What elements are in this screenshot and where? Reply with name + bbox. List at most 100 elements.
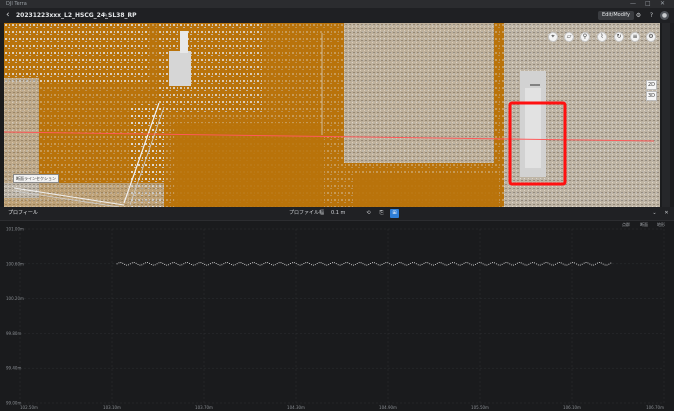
profile-point <box>358 262 360 264</box>
viewport-scrollbar[interactable] <box>662 23 670 207</box>
rotate-icon[interactable]: ↻ <box>614 32 624 42</box>
minimize-icon[interactable]: — <box>630 0 636 8</box>
user-avatar-icon[interactable]: ● <box>660 11 669 20</box>
profile-point <box>400 262 402 264</box>
profile-point <box>440 262 442 264</box>
profile-point <box>434 264 436 265</box>
profile-point <box>330 263 332 264</box>
x-tick-label: 102.50m <box>20 405 38 410</box>
profile-point <box>499 264 501 266</box>
profile-point <box>210 263 211 265</box>
profile-point <box>251 262 253 264</box>
profile-point <box>215 262 217 264</box>
profile-point <box>406 264 408 266</box>
profile-point <box>154 264 156 266</box>
profile-point <box>457 264 459 266</box>
profile-point <box>553 264 555 266</box>
profile-point <box>204 264 206 265</box>
profile-point <box>516 262 518 264</box>
profile-point <box>173 262 175 264</box>
profile-point <box>171 262 173 264</box>
profile-point <box>381 264 383 265</box>
profile-point <box>141 264 143 266</box>
profile-point <box>286 264 288 266</box>
profile-point <box>297 264 299 266</box>
profile-point <box>276 263 278 265</box>
profile-point <box>518 262 520 264</box>
x-tick-label: 104.90m <box>379 405 397 410</box>
y-tick-label: 100.60m <box>6 261 24 266</box>
profile-point <box>131 262 133 264</box>
profile-point <box>587 262 589 264</box>
profile-point <box>185 262 187 264</box>
app-title: DJI Terra <box>6 1 27 7</box>
edit-name-icon[interactable]: ✎ <box>103 11 108 21</box>
profile-point <box>312 264 314 266</box>
profile-point <box>339 264 341 266</box>
profile-chart[interactable]: 101.00m100.60m100.20m99.80m99.40m99.00m1… <box>0 207 674 411</box>
profile-point <box>608 263 610 265</box>
profile-point <box>490 262 492 264</box>
profile-point <box>379 264 381 266</box>
profile-point <box>335 263 337 265</box>
profile-point <box>438 262 440 264</box>
close-icon[interactable]: ✕ <box>660 0 665 8</box>
profile-point <box>118 262 120 264</box>
profile-point <box>463 262 465 264</box>
pin-icon[interactable]: ⚲ <box>580 32 590 42</box>
profile-point <box>606 264 608 266</box>
measure-point-icon[interactable]: ⌖ <box>548 32 558 42</box>
profile-point <box>604 264 606 266</box>
settings-icon[interactable]: ⚙ <box>634 11 643 20</box>
profile-point <box>356 263 358 264</box>
profile-point <box>413 262 415 264</box>
profile-point <box>347 262 349 264</box>
profile-point <box>156 263 158 265</box>
measure-area-icon[interactable]: ▱ <box>564 32 574 42</box>
profile-point <box>213 262 215 264</box>
back-arrow-icon[interactable]: ‹ <box>6 10 10 21</box>
help-icon[interactable]: ? <box>647 11 656 20</box>
layers-icon[interactable]: ≡ <box>630 32 640 42</box>
edit-modify-button[interactable]: Edit/Modify <box>598 11 634 20</box>
profile-point <box>372 262 373 264</box>
point-cloud-viewport[interactable]: ⌖ ▱ ⚲ ⌇ ↻ ≡ ⚙ 2D 3D 断面ラインセクション <box>4 23 660 207</box>
view-2d-button[interactable]: 2D <box>646 80 657 90</box>
profile-point <box>562 263 564 265</box>
profile-point <box>221 264 223 266</box>
profile-point <box>427 262 429 264</box>
profile-point <box>301 264 303 266</box>
profile-point <box>267 262 269 264</box>
profile-point <box>255 263 257 264</box>
profile-point <box>410 262 412 264</box>
profile-point <box>513 264 515 266</box>
profile-point <box>324 264 326 266</box>
profile-point <box>505 262 507 264</box>
profile-point <box>261 264 263 266</box>
profile-point <box>459 264 461 266</box>
profile-point <box>511 264 513 266</box>
profile-point <box>585 262 587 263</box>
view-3d-button[interactable]: 3D <box>646 91 657 101</box>
profile-point <box>139 264 141 266</box>
project-toolbar: ‹ 20231223xxx_L2_HSCG_24_SL38_RP ✎ Edit/… <box>0 8 674 23</box>
profile-point <box>478 262 480 264</box>
profile-point <box>137 263 139 265</box>
profile-point <box>290 263 291 265</box>
profile-point <box>393 264 394 266</box>
profile-point <box>591 264 593 266</box>
profile-point <box>244 264 246 266</box>
profile-point <box>341 264 343 266</box>
profile-point <box>305 262 307 264</box>
profile-point <box>482 263 484 265</box>
profile-point <box>433 264 434 266</box>
profile-point <box>436 262 438 264</box>
y-tick-label: 99.40m <box>6 366 21 371</box>
view-settings-icon[interactable]: ⚙ <box>646 32 656 42</box>
profile-point <box>566 264 568 266</box>
maximize-icon[interactable]: □ <box>645 0 651 8</box>
profile-point <box>187 262 189 264</box>
profile-point <box>293 262 295 264</box>
profile-icon[interactable]: ⌇ <box>597 32 607 42</box>
profile-point <box>291 262 293 264</box>
